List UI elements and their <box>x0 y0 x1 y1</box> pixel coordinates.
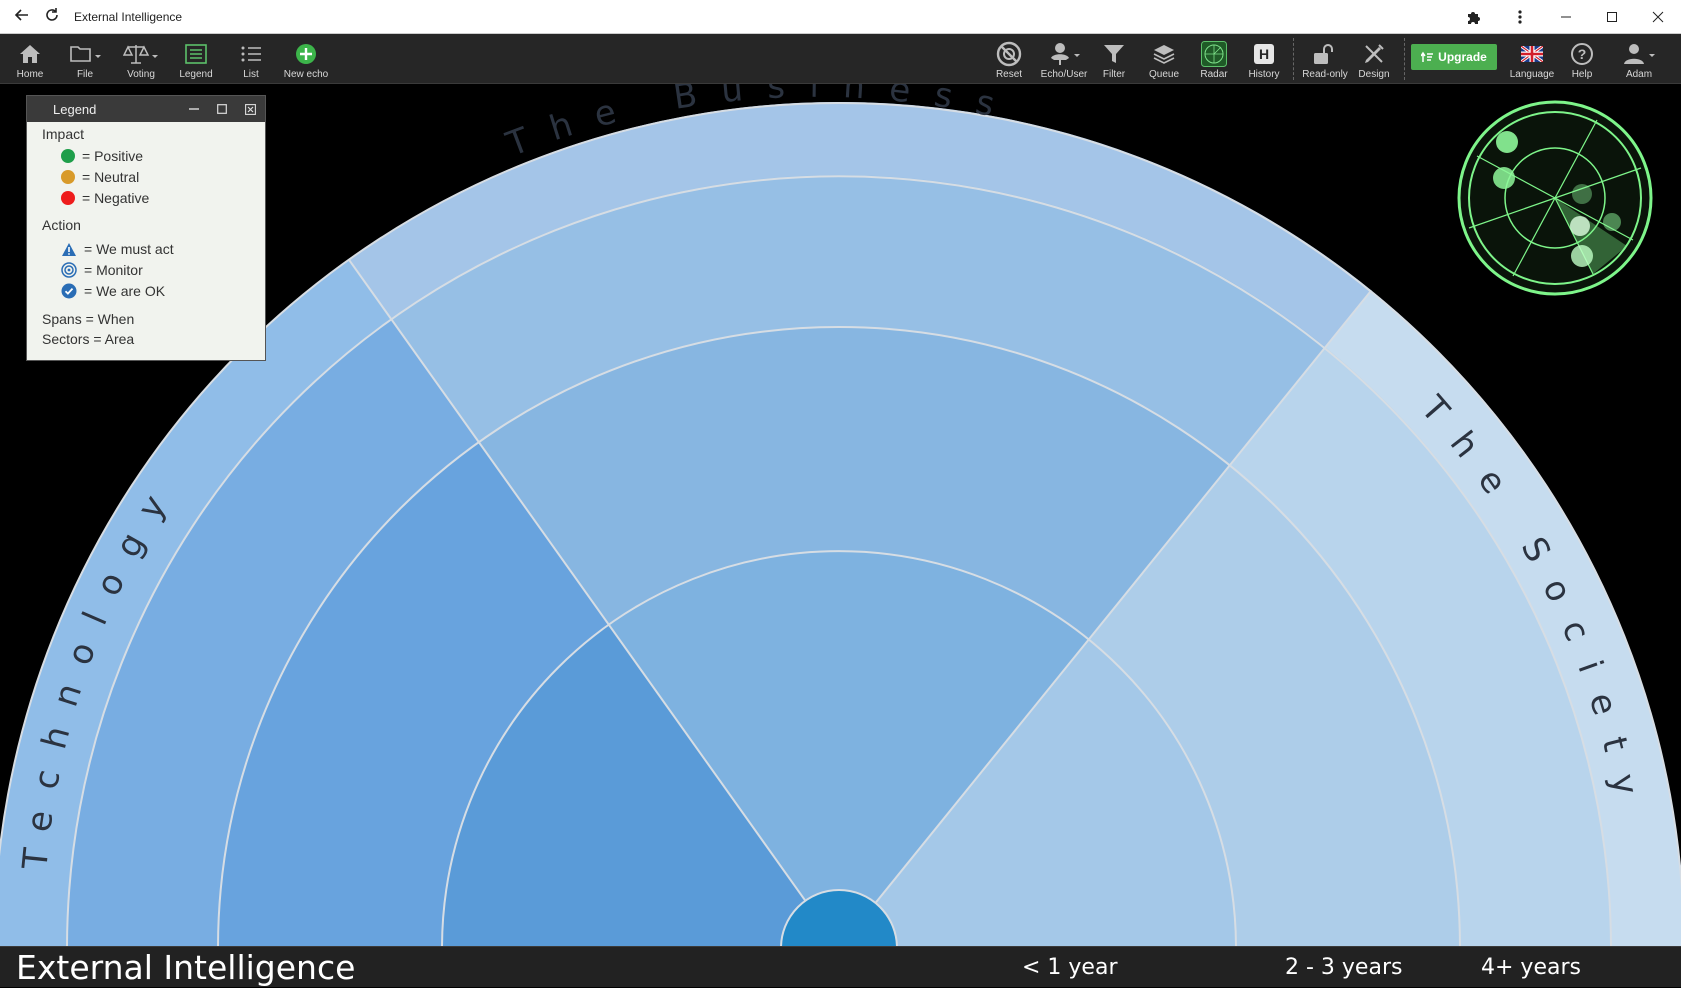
legend-maximize-button[interactable] <box>215 102 229 116</box>
new-echo-button[interactable]: New echo <box>279 34 333 84</box>
help-button[interactable]: ? Help <box>1555 34 1609 84</box>
legend-impact-negative: = Negative <box>61 188 149 208</box>
legend-impact-positive: = Positive <box>61 146 143 166</box>
legend-panel-header[interactable]: Legend <box>27 96 265 122</box>
positive-dot-icon <box>61 149 75 163</box>
legend-action-monitor: = Monitor <box>61 260 143 280</box>
reset-icon <box>996 40 1022 68</box>
warning-triangle-icon <box>62 242 76 256</box>
echo-user-button[interactable]: Echo/User <box>1036 34 1092 84</box>
read-only-button[interactable]: Read-only <box>1297 34 1353 84</box>
span-label-far: 4+ years <box>1481 955 1581 980</box>
user-avatar-icon <box>1622 40 1656 68</box>
more-menu-icon[interactable] <box>1497 0 1543 34</box>
footer-bar: External Intelligence < 1 year 2 - 3 yea… <box>0 946 1681 987</box>
uk-flag-icon <box>1521 40 1543 68</box>
span-label-near: < 1 year <box>1022 955 1118 980</box>
upgrade-button[interactable]: Upgrade <box>1411 44 1497 70</box>
legend-minimize-button[interactable] <box>187 102 201 116</box>
minimize-window-button[interactable] <box>1543 0 1589 34</box>
refresh-icon[interactable] <box>44 7 60 28</box>
file-button[interactable]: File <box>58 34 112 84</box>
extensions-puzzle-icon[interactable] <box>1451 0 1497 34</box>
legend-action-must-act: = We must act <box>61 239 174 259</box>
span-label-mid: 2 - 3 years <box>1285 955 1403 980</box>
voting-button[interactable]: Voting <box>114 34 168 84</box>
user-menu-button[interactable]: Adam <box>1610 34 1668 84</box>
svg-text:?: ? <box>1578 46 1587 62</box>
funnel-icon <box>1103 40 1125 68</box>
legend-panel-title: Legend <box>53 101 97 117</box>
upgrade-icon <box>1421 51 1434 62</box>
legend-action-ok: = We are OK <box>61 281 165 301</box>
history-button[interactable]: H History <box>1237 34 1291 84</box>
neutral-dot-icon <box>61 170 75 184</box>
legend-panel[interactable]: Legend Impact = Positive = Neutral = Neg… <box>26 95 266 361</box>
legend-button[interactable]: Legend <box>169 34 223 84</box>
home-icon <box>18 40 42 68</box>
legend-list-icon <box>185 40 207 68</box>
language-button[interactable]: Language <box>1505 34 1559 84</box>
radar-title: External Intelligence <box>16 948 356 987</box>
list-button[interactable]: List <box>224 34 278 84</box>
radar-icon <box>1201 40 1227 68</box>
numbered-list-icon <box>240 40 262 68</box>
design-button[interactable]: Design <box>1347 34 1401 84</box>
check-circle-icon <box>61 283 77 299</box>
queue-button[interactable]: Queue <box>1137 34 1191 84</box>
unlocked-padlock-icon <box>1312 40 1338 68</box>
legend-close-button[interactable] <box>243 102 257 116</box>
legend-impact-neutral: = Neutral <box>61 167 139 187</box>
scale-icon <box>123 40 159 68</box>
layers-icon <box>1152 40 1176 68</box>
legend-impact-heading: Impact <box>42 126 85 142</box>
filter-button[interactable]: Filter <box>1087 34 1141 84</box>
plus-circle-icon <box>295 40 317 68</box>
history-h-icon: H <box>1253 40 1275 68</box>
mini-radar-widget[interactable] <box>1455 98 1655 298</box>
window-title: External Intelligence <box>74 10 183 24</box>
design-tools-icon <box>1362 40 1386 68</box>
folder-icon <box>69 40 101 68</box>
back-arrow-icon[interactable] <box>14 7 30 28</box>
legend-spans-note: Spans = When <box>42 311 135 327</box>
radar-button[interactable]: Radar <box>1187 34 1241 84</box>
close-window-button[interactable] <box>1635 0 1681 34</box>
toolbar-separator <box>1293 38 1294 80</box>
home-button[interactable]: Home <box>3 34 57 84</box>
target-icon <box>61 262 77 278</box>
legend-sectors-note: Sectors = Area <box>42 331 135 347</box>
legend-action-heading: Action <box>42 217 81 233</box>
question-circle-icon: ? <box>1570 40 1594 68</box>
window-titlebar: External Intelligence <box>0 0 1681 34</box>
reset-button[interactable]: Reset <box>982 34 1036 84</box>
toolbar-separator <box>1404 38 1405 80</box>
user-marker-icon <box>1047 40 1081 68</box>
svg-text:H: H <box>1259 46 1269 62</box>
negative-dot-icon <box>61 191 75 205</box>
maximize-window-button[interactable] <box>1589 0 1635 34</box>
